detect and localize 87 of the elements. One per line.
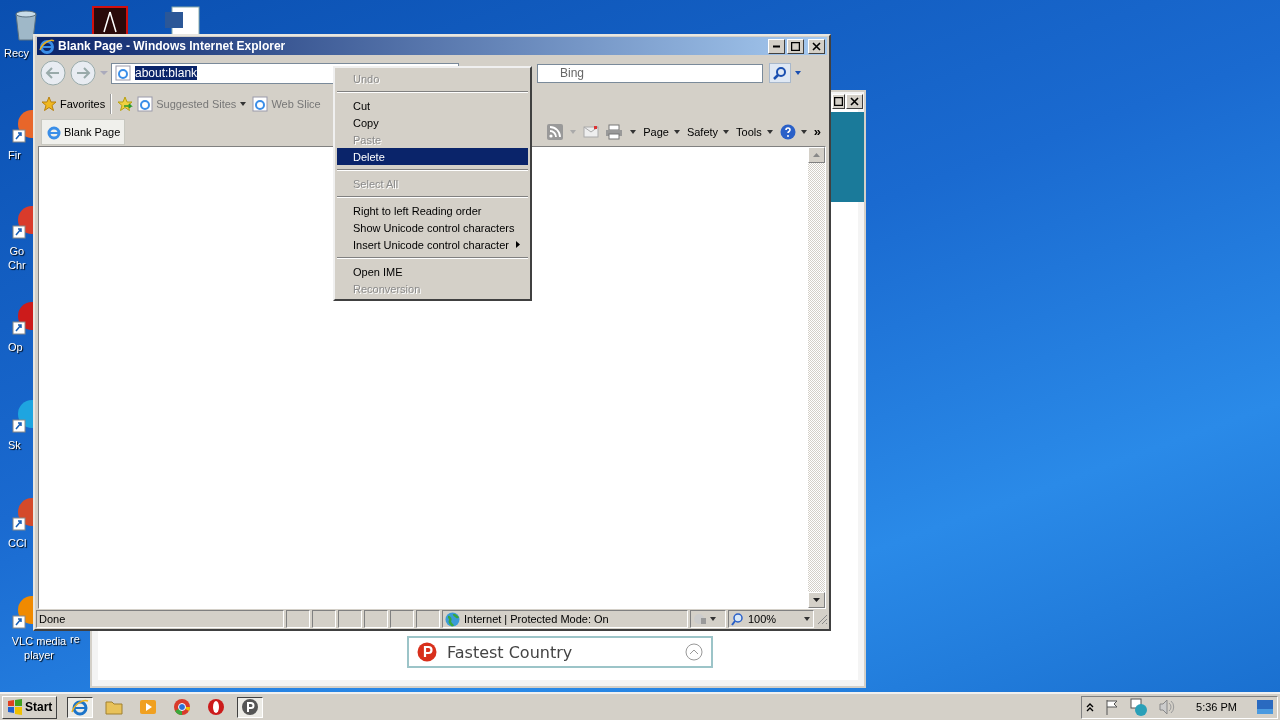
dropdown-arrow-icon (672, 129, 681, 135)
dropdown-arrow-icon (803, 616, 811, 622)
close-icon (850, 97, 859, 106)
browser-logo-icon (46, 124, 62, 140)
desktop-icon-label[interactable]: Go Chr (8, 244, 26, 272)
add-favorite-icon (117, 96, 154, 112)
menu-item[interactable]: Open IME (337, 263, 528, 280)
down-arrow-icon (813, 598, 820, 602)
dropdown-arrow-icon[interactable] (629, 129, 638, 135)
menu-item[interactable]: Cut (337, 97, 528, 114)
security-zone: Internet | Protected Mode: On (442, 610, 688, 628)
browser-tab[interactable]: Blank Page (41, 119, 126, 145)
feed-icon[interactable] (547, 124, 564, 140)
browser-logo-icon (71, 698, 90, 716)
menu-item[interactable]: Right to left Reading order (337, 202, 528, 219)
minimize-button[interactable] (768, 38, 785, 54)
scrollbar[interactable] (808, 147, 825, 608)
dropdown-arrow-icon (799, 129, 808, 135)
status-text: Done (36, 610, 284, 628)
dropdown-arrow-icon (765, 129, 774, 135)
taskbar-button[interactable] (237, 696, 264, 718)
search-icon (773, 66, 787, 80)
page-icon (252, 96, 269, 112)
mail-icon[interactable] (583, 125, 600, 139)
windows-logo-icon (7, 699, 23, 715)
menu-item[interactable]: Copy (337, 114, 528, 131)
overflow-button[interactable]: » (813, 124, 821, 139)
chevron-up-icon[interactable] (1086, 702, 1095, 712)
resize-grip-icon[interactable] (816, 613, 828, 625)
close-button[interactable] (846, 94, 863, 109)
taskbar-button[interactable] (67, 696, 94, 718)
star-icon (41, 96, 57, 112)
menu-item[interactable]: Show Unicode control characters (337, 219, 528, 236)
folder-icon (105, 698, 124, 716)
scroll-up-button[interactable] (808, 147, 825, 163)
search-field[interactable]: Bing (537, 63, 763, 83)
app-logo-icon (241, 698, 260, 716)
desktop-icon-label[interactable]: Fir (8, 148, 21, 162)
zoom-icon (731, 612, 744, 626)
app-icon[interactable] (92, 6, 128, 34)
maximize-icon (834, 97, 843, 106)
globe-icon (445, 611, 460, 627)
favorites-link[interactable]: Favorites (41, 96, 106, 112)
maximize-icon (791, 41, 800, 51)
window-title: Blank Page - Windows Internet Explorer (58, 39, 287, 53)
lock-icon (693, 613, 717, 625)
menu-item[interactable]: Insert Unicode control character (337, 236, 528, 253)
browser-logo-icon (173, 698, 192, 716)
network-icon[interactable] (1130, 698, 1149, 716)
maximize-button[interactable] (832, 94, 845, 109)
app-logo-icon (417, 642, 437, 662)
play-icon (139, 698, 158, 716)
zoom-level[interactable]: 100% (728, 610, 814, 628)
close-icon (812, 41, 821, 51)
scroll-down-button[interactable] (808, 592, 825, 608)
desktop-icon-label[interactable]: Recy (4, 46, 30, 60)
server-label: Fastest Country (447, 642, 574, 662)
dropdown-arrow-icon (722, 129, 731, 135)
browser-logo-icon (39, 38, 55, 54)
printer-icon[interactable] (605, 124, 624, 140)
app-icon[interactable] (12, 108, 33, 144)
start-button[interactable]: Start (2, 695, 58, 719)
app-icon[interactable] (164, 6, 200, 34)
search-button[interactable] (769, 63, 791, 83)
server-selector[interactable]: Fastest Country (407, 636, 713, 668)
clock[interactable]: 5:36 PM (1196, 701, 1237, 713)
command-menu[interactable]: Tools (736, 126, 774, 138)
desktop-icon-label[interactable]: Op (8, 340, 23, 354)
command-menu[interactable]: Page (643, 126, 681, 138)
app-logo-icon (207, 698, 226, 716)
desktop-icon-label[interactable]: VLC media player (8, 634, 70, 662)
desktop-icon-label[interactable]: Sk (8, 438, 21, 452)
security-button[interactable] (690, 610, 726, 628)
maximize-button[interactable] (787, 38, 804, 54)
help-button[interactable] (779, 124, 808, 140)
command-menu[interactable]: Safety (686, 126, 731, 138)
dropdown-arrow-icon (239, 101, 248, 107)
help-icon (779, 124, 796, 140)
desktop-icon-label[interactable]: CCl (8, 536, 27, 550)
page-icon (115, 65, 131, 81)
app-icon[interactable] (12, 204, 33, 240)
menu-item[interactable]: Delete (337, 148, 528, 165)
app-icon[interactable] (12, 300, 33, 336)
desktop-icon-label[interactable]: re (70, 632, 80, 646)
up-arrow-icon (813, 153, 820, 157)
close-button[interactable] (808, 38, 825, 54)
minimize-icon (773, 44, 780, 48)
